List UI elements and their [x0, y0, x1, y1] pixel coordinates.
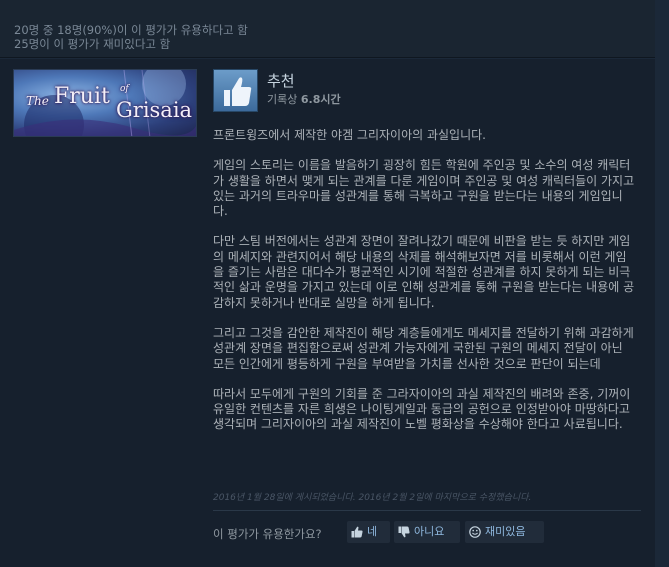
- vote-yes-button[interactable]: 네: [347, 521, 390, 543]
- vote-no-label: 아니요: [414, 525, 445, 538]
- playtime-value: 6.8시간: [300, 93, 341, 106]
- review-paragraph: 게임의 스토리는 이름을 발음하기 굉장히 힘든 학원에 주인공 및 소수의 여…: [213, 158, 635, 219]
- divider: [213, 510, 641, 511]
- posted-date-text: 2016년 1월 28일에 게시되었습니다. 2016년 2월 2일에 마지막으…: [213, 493, 532, 503]
- game-logo: The Fruit of Grisaia: [24, 84, 194, 128]
- review-paragraph: 다만 스팀 버전에서는 성관계 장면이 잘려나갔기 때문에 비판을 받는 듯 하…: [213, 234, 635, 310]
- vote-no-button[interactable]: 아니요: [394, 521, 460, 543]
- helpful-count-text: 20명 중 18명(90%)이 이 평가가 유용하다고 함: [14, 23, 248, 37]
- recommendation-title: 추천: [267, 72, 295, 90]
- smiley-icon: [469, 526, 481, 538]
- game-capsule-image[interactable]: The Fruit of Grisaia: [13, 69, 197, 137]
- review-paragraph: 프론트윙즈에서 제작한 야겜 그리자이아의 과실입니다.: [213, 128, 486, 142]
- vote-yes-label: 네: [367, 525, 378, 538]
- logo-word-of: of: [120, 84, 129, 94]
- helpful-question: 이 평가가 유용한가요?: [213, 527, 322, 541]
- thumbs-up-icon: [351, 526, 363, 538]
- vote-funny-button[interactable]: 재미있음: [465, 521, 544, 543]
- page-margin: [655, 0, 669, 567]
- thumbs-down-icon: [398, 526, 410, 538]
- review-body: 프론트윙즈에서 제작한 야겜 그리자이아의 과실입니다. 게임의 스토리는 이름…: [213, 128, 637, 448]
- review-summary-bar: 20명 중 18명(90%)이 이 평가가 유용하다고 함 25명이 이 평가가…: [0, 0, 669, 58]
- vote-funny-label: 재미있음: [485, 525, 526, 538]
- playtime-prefix: 기록상: [267, 93, 301, 106]
- logo-word-fruit: Fruit: [54, 84, 110, 109]
- funny-count-text: 25명이 이 평가가 재미있다고 함: [14, 37, 171, 51]
- playtime-text: 기록상 6.8시간: [267, 93, 341, 107]
- logo-word-the: The: [26, 94, 49, 108]
- review-paragraph: 따라서 모두에게 구원의 기회를 준 그라자이아의 과실 제작진의 배려와 존중…: [213, 386, 631, 432]
- thumbs-up-icon: [213, 69, 258, 112]
- logo-word-grisaia: Grisaia: [116, 98, 193, 122]
- review-paragraph: 그리고 그것을 감안한 제작진이 해당 계층들에게도 메세지를 전달하기 위해 …: [213, 325, 634, 371]
